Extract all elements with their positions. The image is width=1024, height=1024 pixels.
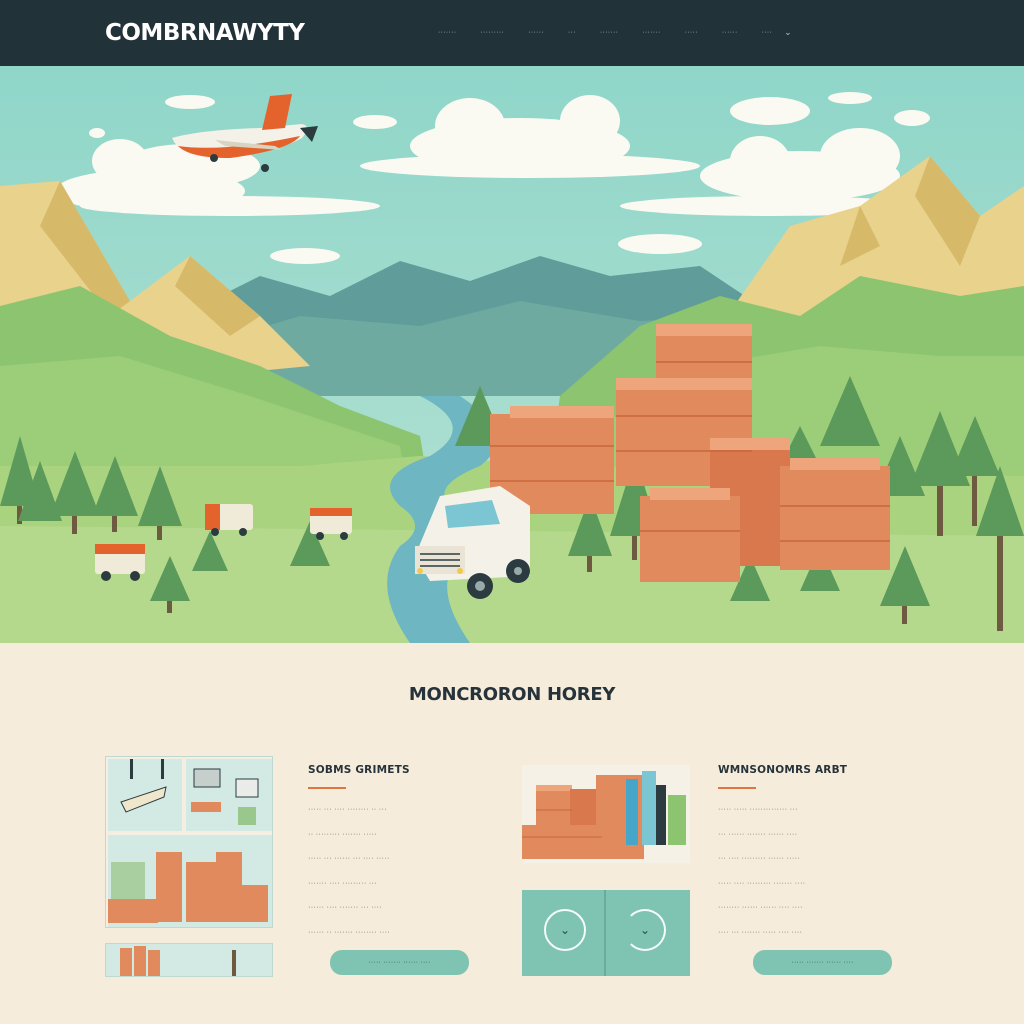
- middle-image-slider: ⌄ ⌄: [522, 890, 690, 976]
- left-cta-button[interactable]: ····· ······· ······ ····: [330, 950, 469, 975]
- arrow-circle-left-icon[interactable]: ⌄: [544, 909, 586, 951]
- nav-item-7[interactable]: ·····: [685, 29, 698, 36]
- middle-image: [522, 765, 690, 863]
- nav-item-8[interactable]: ······: [722, 29, 738, 36]
- left-image-collage: [105, 756, 273, 928]
- text-line: ····· ···· ········· ······· ····: [718, 877, 806, 887]
- text-line: ··· ······ ······· ······ ····: [718, 828, 798, 838]
- text-line: ·· ········· ······· ·····: [308, 828, 377, 838]
- left-column-title: SOBMS GRIMETS: [308, 764, 410, 776]
- text-line: ····· ··· ······ ··· ···· ·····: [308, 853, 390, 862]
- landscape-scene: [0, 66, 1024, 643]
- text-line: ···· ··· ······· ····· ···· ····: [718, 926, 803, 936]
- left-image-strip: [105, 943, 273, 977]
- nav-menu: ······· ········· ······ ··· ······· ···…: [438, 27, 792, 38]
- top-nav: COMBRNAWYTY ······· ········· ······ ···…: [0, 0, 1024, 66]
- text-line: ······ ·· ······· ········ ····: [308, 926, 390, 936]
- chevron-down-icon[interactable]: ⌄: [784, 27, 792, 38]
- text-line: ······· ···· ········· ···: [308, 877, 377, 887]
- text-line: ····· ····· ·············· ···: [718, 804, 798, 813]
- brand-logo[interactable]: COMBRNAWYTY: [105, 20, 305, 46]
- text-line: ····· ··· ···· ········ ·· ···: [308, 804, 387, 813]
- right-column-title: WMNSONOMRS ARBT: [718, 764, 848, 776]
- nav-item-9[interactable]: ····: [762, 29, 773, 36]
- left-accent-line: [308, 787, 346, 789]
- section-title: MONCRORON HOREY: [408, 684, 616, 705]
- slider-divider: [604, 890, 606, 976]
- text-line: ······ ···· ······· ··· ····: [308, 902, 382, 911]
- nav-item-4[interactable]: ···: [568, 29, 576, 36]
- nav-item-5[interactable]: ·······: [600, 29, 618, 36]
- text-line: ········ ······ ······ ···· ····: [718, 902, 803, 911]
- nav-item-2[interactable]: ·········: [480, 29, 504, 36]
- left-paragraph: ····· ··· ···· ········ ·· ··· ·· ······…: [308, 797, 508, 944]
- nav-item-3[interactable]: ······: [528, 29, 544, 36]
- nav-item-6[interactable]: ·······: [642, 29, 660, 36]
- arrow-circle-right-icon[interactable]: ⌄: [624, 909, 666, 951]
- right-accent-line: [718, 787, 756, 789]
- right-paragraph: ····· ····· ·············· ··· ··· ·····…: [718, 797, 928, 944]
- text-line: ··· ···· ········· ······ ·····: [718, 853, 800, 862]
- right-cta-button[interactable]: ····· ······· ······ ····: [753, 950, 892, 975]
- nav-item-1[interactable]: ·······: [438, 29, 456, 36]
- hero-illustration: [0, 66, 1024, 643]
